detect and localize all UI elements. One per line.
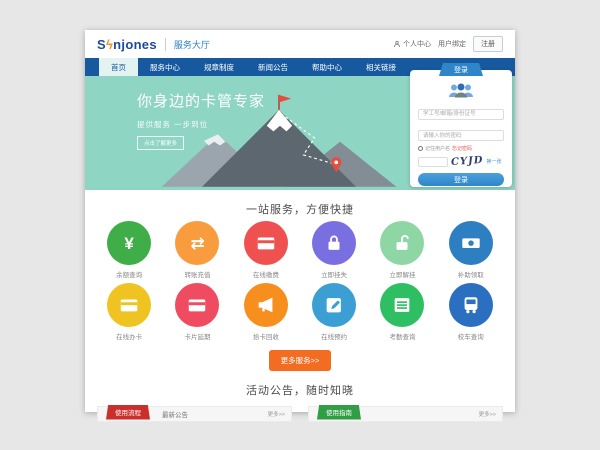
lock-icon xyxy=(323,232,345,254)
forgot-password-link[interactable]: 忘记密码 xyxy=(452,145,472,152)
tab-usage-flow[interactable]: 使用流程 xyxy=(106,405,150,420)
logo: Sϟnjones xyxy=(97,37,157,52)
logo-text-rest: njones xyxy=(113,37,157,52)
service-report-loss[interactable]: 立即挂失 xyxy=(300,221,368,279)
service-online-booking[interactable]: 在线预约 xyxy=(300,283,368,341)
mountain-illustration xyxy=(157,86,401,190)
panel-usage-guide: 使用指南 更多>> xyxy=(308,406,503,422)
captcha-image[interactable]: CYJD xyxy=(451,155,484,168)
services-section-title: 一站服务，方便快捷 xyxy=(85,201,515,217)
attendance-list-icon xyxy=(391,294,413,316)
user-binding-link[interactable]: 用户绑定 xyxy=(438,39,466,49)
nav-item-links[interactable]: 相关链接 xyxy=(354,58,408,76)
unlock-icon xyxy=(391,232,413,254)
more-link[interactable]: 更多>> xyxy=(479,410,496,418)
service-transfer-recharge[interactable]: ⇄ 转账充值 xyxy=(163,221,231,279)
topbar-actions: 个人中心 用户绑定 注册 xyxy=(393,36,503,52)
announcement-panels: 使用流程 最新公告 更多>> 使用指南 更多>> xyxy=(85,406,515,422)
personal-center-link[interactable]: 个人中心 xyxy=(393,39,431,49)
more-services-button[interactable]: 更多服务>> xyxy=(269,350,332,371)
bank-card-icon xyxy=(255,232,277,254)
site-name: 服务大厅 xyxy=(165,38,210,51)
login-tab[interactable]: 登录 xyxy=(439,63,483,76)
service-attendance-query[interactable]: 考勤查询 xyxy=(368,283,436,341)
remember-label: 记住用户名 xyxy=(425,145,450,152)
megaphone-icon xyxy=(255,294,277,316)
bank-card-icon xyxy=(186,294,208,316)
login-submit-button[interactable]: 登录 xyxy=(418,173,504,186)
transfer-icon: ⇄ xyxy=(190,235,204,252)
captcha-row: CYJD 换一张 xyxy=(418,156,504,167)
edit-icon xyxy=(323,294,345,316)
bus-icon xyxy=(460,294,482,316)
services-row-2: 在线办卡 卡片延期 拾卡回收 在线预约 xyxy=(95,283,505,341)
more-link[interactable]: 更多>> xyxy=(268,410,285,418)
service-online-card-apply[interactable]: 在线办卡 xyxy=(95,283,163,341)
password-input[interactable] xyxy=(418,130,504,141)
nav-item-news[interactable]: 新闻公告 xyxy=(246,58,300,76)
username-input[interactable] xyxy=(418,109,504,120)
service-online-payment[interactable]: 在线缴费 xyxy=(232,221,300,279)
service-balance-query[interactable]: ¥ 余额查询 xyxy=(95,221,163,279)
service-school-bus-query[interactable]: 校车查询 xyxy=(437,283,505,341)
announcements-section-title: 活动公告，随时知晓 xyxy=(85,382,515,398)
service-card-extension[interactable]: 卡片延期 xyxy=(163,283,231,341)
user-icon xyxy=(393,40,401,48)
remember-row: 记住用户名 忘记密码 xyxy=(418,145,504,152)
services-row-1: ¥ 余额查询 ⇄ 转账充值 在线缴费 立即挂失 xyxy=(95,221,505,279)
logo-text: S xyxy=(97,37,106,52)
service-cancel-loss[interactable]: 立即解挂 xyxy=(368,221,436,279)
banknote-icon xyxy=(460,232,482,254)
nav-item-service-center[interactable]: 服务中心 xyxy=(138,58,192,76)
service-found-card-return[interactable]: 拾卡回收 xyxy=(232,283,300,341)
register-button[interactable]: 注册 xyxy=(473,36,503,52)
users-group-icon xyxy=(447,83,475,98)
hero-banner: 你身边的卡管专家 提供服务 一步到位 点击了解更多 登录 xyxy=(85,76,515,190)
tab-latest-announcements[interactable]: 最新公告 xyxy=(162,409,188,419)
captcha-input[interactable] xyxy=(418,157,448,167)
panel-usage-flow: 使用流程 最新公告 更多>> xyxy=(97,406,292,422)
remember-checkbox[interactable] xyxy=(418,146,423,151)
nav-item-home[interactable]: 首页 xyxy=(99,58,138,76)
login-card: 登录 记住用户名 忘记密码 CYJD 换一张 登录 xyxy=(410,70,512,187)
nav-item-help-center[interactable]: 帮助中心 xyxy=(300,58,354,76)
user-binding-label: 用户绑定 xyxy=(438,39,466,49)
nav-item-rules[interactable]: 规章制度 xyxy=(192,58,246,76)
bank-card-icon xyxy=(118,294,140,316)
portal-page: Sϟnjones 服务大厅 个人中心 用户绑定 注册 首页 服务中心 规章制度 … xyxy=(85,30,515,412)
services-grid: ¥ 余额查询 ⇄ 转账充值 在线缴费 立即挂失 xyxy=(85,221,515,341)
yen-icon: ¥ xyxy=(124,235,133,252)
top-bar: Sϟnjones 服务大厅 个人中心 用户绑定 注册 xyxy=(85,30,515,58)
service-subsidy-collect[interactable]: 补助领取 xyxy=(437,221,505,279)
personal-center-label: 个人中心 xyxy=(403,39,431,49)
captcha-refresh-link[interactable]: 换一张 xyxy=(487,158,502,165)
tab-usage-guide[interactable]: 使用指南 xyxy=(317,405,361,420)
